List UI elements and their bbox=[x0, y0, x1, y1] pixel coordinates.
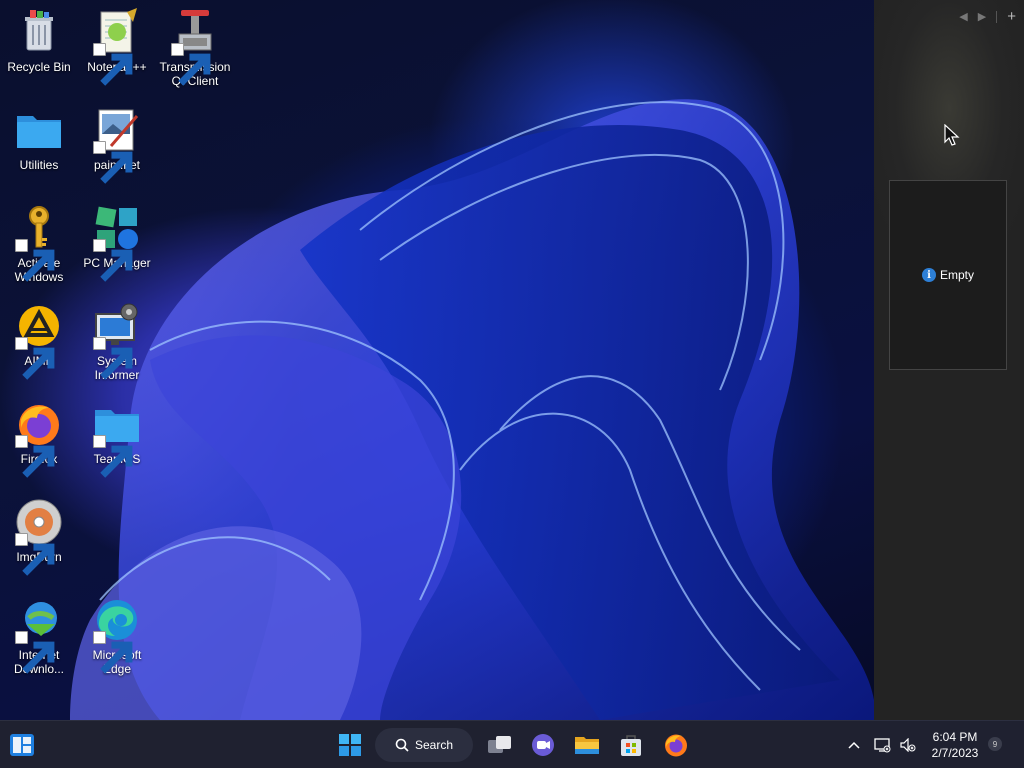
edge-icon bbox=[93, 596, 141, 674]
desktop-icon-label: Utilities bbox=[19, 158, 59, 172]
panel-navigation: ◀ ▶ + bbox=[959, 8, 1016, 25]
widget-side-panel: ◀ ▶ + i Empty bbox=[874, 0, 1024, 720]
firefox-icon bbox=[665, 734, 687, 757]
task-view-icon bbox=[488, 736, 511, 753]
internet-download-manager-icon bbox=[15, 596, 63, 674]
transmission-icon bbox=[171, 8, 219, 86]
desktop-icon-utilities[interactable]: Utilities bbox=[0, 106, 78, 172]
task-view-button[interactable] bbox=[484, 729, 516, 761]
shortcut-arrow-icon bbox=[93, 239, 133, 282]
clock-time: 6:04 PM bbox=[932, 730, 978, 744]
network-status-button[interactable] bbox=[870, 721, 894, 768]
pc-manager-icon bbox=[93, 204, 141, 282]
empty-label: Empty bbox=[939, 268, 974, 282]
desktop-icon-transmission[interactable]: Transmission Qt Client bbox=[156, 8, 234, 88]
shortcut-arrow-icon bbox=[15, 631, 55, 674]
shortcut-arrow-icon bbox=[15, 337, 55, 380]
folder-icon bbox=[93, 400, 141, 478]
imgburn-disc-icon bbox=[15, 498, 63, 576]
clock-date: 2/7/2023 bbox=[931, 746, 979, 760]
desktop-wallpaper[interactable]: Recycle Bin Utilities Activate Windows A… bbox=[0, 0, 874, 720]
desktop-icon-activate-windows[interactable]: Activate Windows bbox=[0, 204, 78, 284]
search-label: Search bbox=[414, 738, 454, 752]
key-icon bbox=[15, 204, 63, 282]
desktop-icon-teamos[interactable]: TeamOS bbox=[78, 400, 156, 478]
notification-count-badge[interactable]: 9 bbox=[988, 737, 1002, 751]
network-icon bbox=[874, 738, 891, 753]
firefox-taskbar-button[interactable] bbox=[660, 729, 692, 761]
previous-arrow-icon[interactable]: ◀ bbox=[959, 10, 967, 23]
shortcut-arrow-icon bbox=[15, 239, 55, 282]
volume-button[interactable] bbox=[897, 721, 919, 768]
desktop-icon-microsoft-edge[interactable]: Microsoft Edge bbox=[78, 596, 156, 676]
taskbar: Search 6:04 PM 2/7/2023 bbox=[0, 720, 1024, 768]
widgets-button[interactable] bbox=[6, 729, 38, 761]
show-hidden-icons-button[interactable] bbox=[843, 721, 865, 768]
teams-chat-button[interactable] bbox=[527, 729, 559, 761]
add-icon[interactable]: + bbox=[1007, 8, 1016, 25]
desktop-icon-imgburn[interactable]: ImgBurn bbox=[0, 498, 78, 576]
shortcut-arrow-icon bbox=[15, 533, 55, 576]
taskbar-search-button[interactable]: Search bbox=[375, 728, 473, 762]
desktop-icon-system-informer[interactable]: System Informer bbox=[78, 302, 156, 382]
shortcut-arrow-icon bbox=[93, 141, 133, 184]
desktop-icon-aimp[interactable]: AIMP bbox=[0, 302, 78, 380]
notepad-plus-plus-icon bbox=[93, 8, 141, 86]
empty-widget-card[interactable]: i Empty bbox=[889, 180, 1007, 370]
shortcut-arrow-icon bbox=[93, 631, 133, 674]
paint-net-icon bbox=[93, 106, 141, 184]
desktop-icon-recycle-bin[interactable]: Recycle Bin bbox=[0, 8, 78, 74]
desktop-icon-paint-net[interactable]: paint.net bbox=[78, 106, 156, 184]
speaker-muted-icon bbox=[900, 738, 916, 752]
widgets-icon bbox=[10, 734, 34, 756]
system-informer-icon bbox=[93, 302, 141, 380]
next-arrow-icon[interactable]: ▶ bbox=[978, 10, 986, 23]
file-explorer-icon bbox=[575, 737, 599, 754]
shortcut-arrow-icon bbox=[93, 435, 133, 478]
aimp-icon bbox=[15, 302, 63, 380]
microsoft-store-button[interactable] bbox=[615, 729, 647, 761]
start-button[interactable] bbox=[334, 729, 366, 761]
desktop-icon-firefox[interactable]: Firefox bbox=[0, 400, 78, 478]
firefox-icon bbox=[15, 400, 63, 478]
info-icon: i bbox=[921, 268, 936, 282]
shortcut-arrow-icon bbox=[15, 435, 55, 478]
recycle-bin-icon bbox=[15, 8, 63, 56]
taskbar-clock[interactable]: 6:04 PM 2/7/2023 bbox=[920, 729, 990, 761]
microsoft-store-icon bbox=[621, 735, 641, 756]
mouse-pointer-icon bbox=[944, 124, 960, 146]
shortcut-arrow-icon bbox=[93, 43, 133, 86]
desktop-icon-pc-manager[interactable]: PC Manager bbox=[78, 204, 156, 282]
chevron-up-icon bbox=[848, 741, 860, 749]
desktop-icon-internet-download-manager[interactable]: Internet Downlo... bbox=[0, 596, 78, 676]
teams-chat-icon bbox=[532, 734, 554, 756]
nav-divider bbox=[996, 10, 998, 23]
search-icon bbox=[395, 738, 409, 752]
desktop-icon-label: Recycle Bin bbox=[7, 60, 71, 74]
folder-icon bbox=[15, 106, 63, 154]
shortcut-arrow-icon bbox=[93, 337, 133, 380]
file-explorer-button[interactable] bbox=[571, 729, 603, 761]
windows-start-icon bbox=[339, 734, 361, 756]
desktop-icon-notepad-plus-plus[interactable]: Notepad++ bbox=[78, 8, 156, 86]
shortcut-arrow-icon bbox=[171, 43, 211, 86]
